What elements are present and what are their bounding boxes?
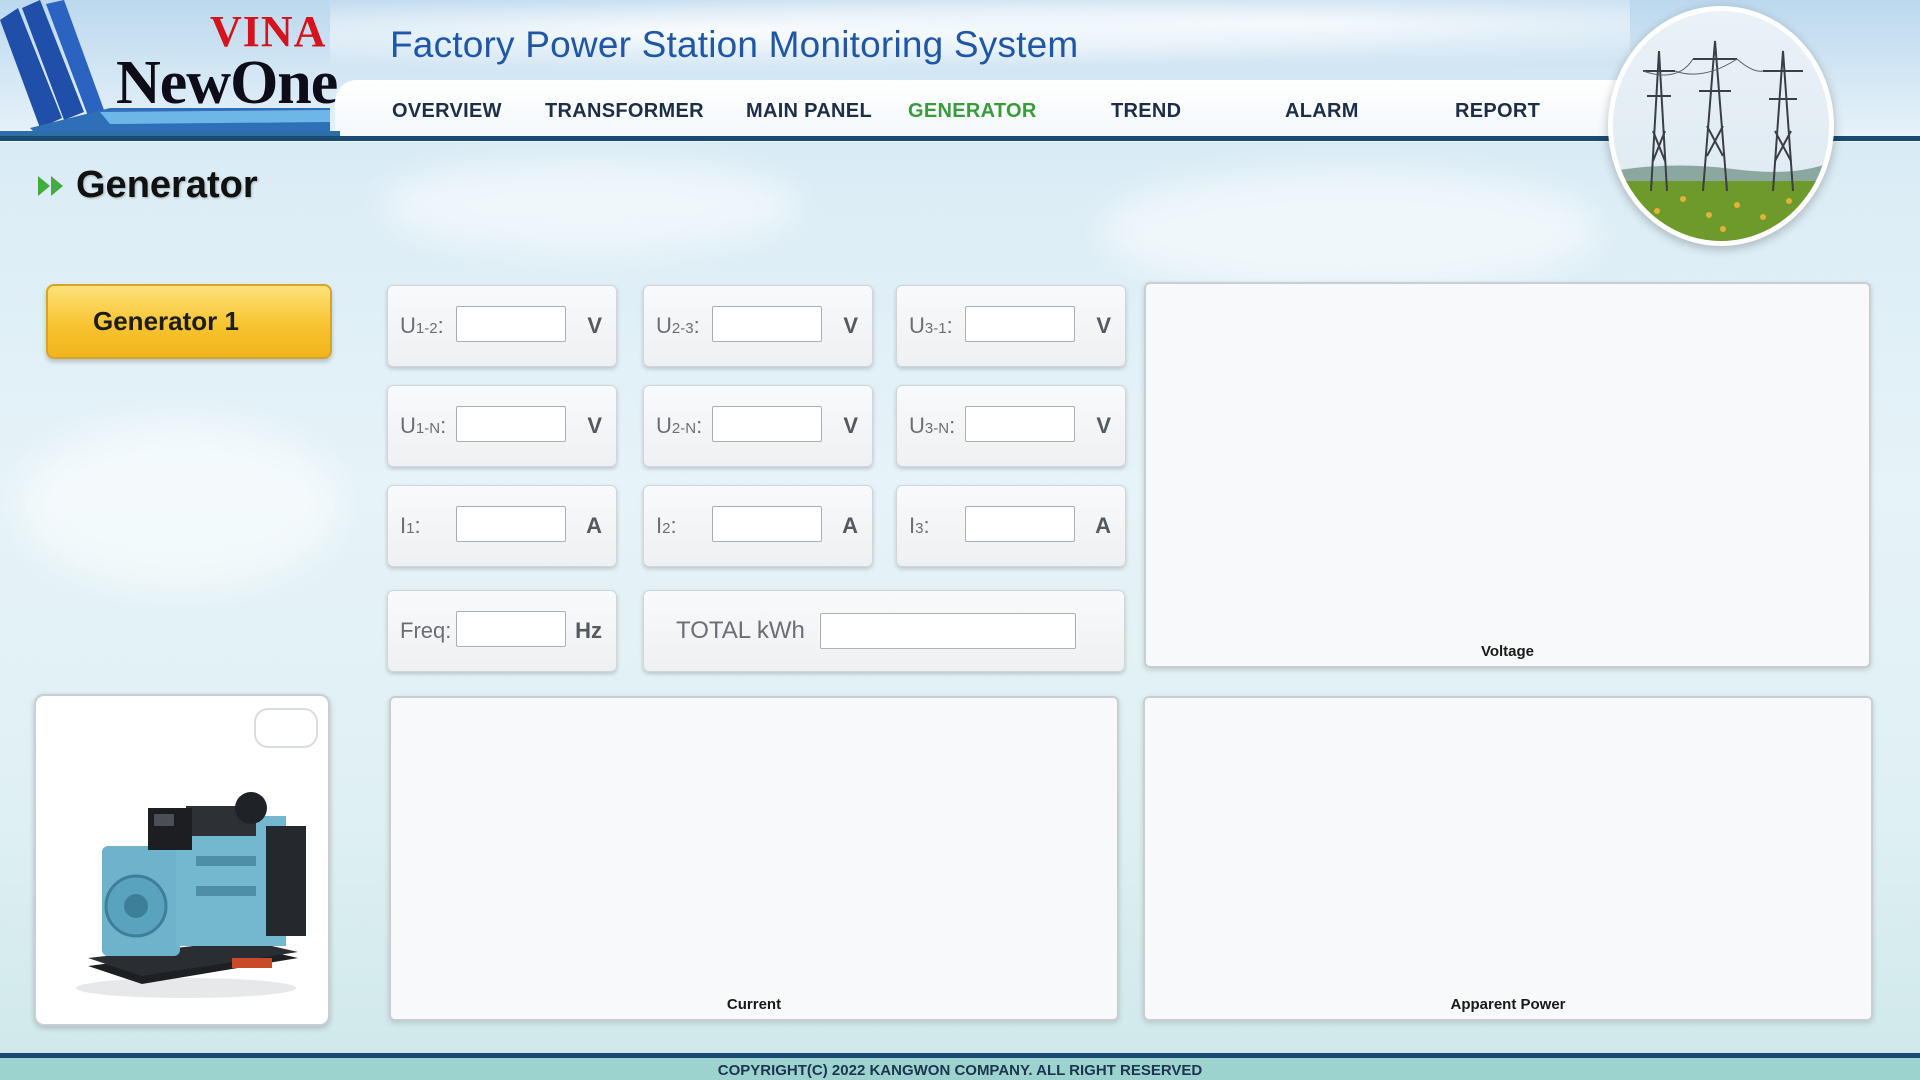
- logo: VINA NewOne: [0, 0, 338, 138]
- measure-unit: V: [587, 313, 602, 338]
- cloud-decoration: [20, 420, 340, 590]
- measure-label: Freq:: [400, 618, 452, 643]
- u23-value-field: [712, 306, 822, 342]
- measure-label: U2-3:: [656, 313, 700, 338]
- measure-u1n: U1-N: V: [387, 385, 617, 467]
- measure-label: I1:: [400, 513, 421, 538]
- current-chart-panel: Current: [389, 696, 1119, 1021]
- freq-value-field: [456, 611, 566, 647]
- logo-newone-text: NewOne: [116, 49, 338, 117]
- measure-label: U3-1:: [909, 313, 953, 338]
- measure-unit: V: [1096, 313, 1111, 338]
- u1n-value-field: [456, 406, 566, 442]
- generator-image-card: [34, 694, 330, 1026]
- measure-label: I3:: [909, 513, 930, 538]
- voltage-chart-caption: Voltage: [1480, 643, 1535, 660]
- apparent-power-chart-panel: Apparent Power: [1143, 696, 1873, 1021]
- measure-label: U1-2:: [400, 313, 444, 338]
- measure-u12: U1-2: V: [387, 285, 617, 367]
- double-arrow-icon: [38, 175, 63, 196]
- measure-label: U2-N:: [656, 413, 703, 438]
- current-chart-caption: Current: [726, 996, 782, 1013]
- measure-i3: I3: A: [896, 485, 1126, 567]
- generator-1-button[interactable]: Generator 1: [46, 284, 332, 359]
- nav-item-overview[interactable]: OVERVIEW: [392, 100, 502, 123]
- footer-copyright: COPYRIGHT(C) 2022 KANGWON COMPANY. ALL R…: [0, 1058, 1920, 1080]
- i1-value-field: [456, 506, 566, 542]
- page-title: Generator: [36, 164, 258, 207]
- measure-u3n: U3-N: V: [896, 385, 1126, 467]
- measure-u31: U3-1: V: [896, 285, 1126, 367]
- nav-item-report[interactable]: REPORT: [1455, 100, 1540, 123]
- measure-unit: V: [1096, 413, 1111, 438]
- image-toggle-button[interactable]: [254, 708, 318, 748]
- total-kwh-value-field: [820, 613, 1076, 649]
- total-kwh-label: TOTAL kWh: [676, 617, 805, 644]
- i3-value-field: [965, 506, 1075, 542]
- u2n-value-field: [712, 406, 822, 442]
- nav-item-transformer[interactable]: TRANSFORMER: [545, 100, 704, 123]
- voltage-chart-panel: Voltage: [1144, 282, 1871, 668]
- apparent-power-chart-caption: Apparent Power: [1450, 996, 1566, 1013]
- cloud-decoration: [1100, 170, 1600, 290]
- measure-unit: A: [586, 513, 602, 538]
- u31-value-field: [965, 306, 1075, 342]
- measure-unit: A: [842, 513, 858, 538]
- power-tower-icon: [1613, 11, 1829, 241]
- nav-item-main-panel[interactable]: MAIN PANEL: [746, 100, 872, 123]
- power-tower-image: [1608, 6, 1834, 246]
- measure-unit: Hz: [575, 618, 602, 643]
- nav-item-generator[interactable]: GENERATOR: [908, 100, 1037, 123]
- measure-total-kwh: TOTAL kWh: [643, 590, 1125, 672]
- measure-unit: V: [587, 413, 602, 438]
- measure-u23: U2-3: V: [643, 285, 873, 367]
- measure-i1: I1: A: [387, 485, 617, 567]
- nav-item-trend[interactable]: TREND: [1111, 100, 1181, 123]
- measure-u2n: U2-N: V: [643, 385, 873, 467]
- measure-unit: V: [843, 313, 858, 338]
- page-title-text: Generator: [76, 164, 258, 206]
- measure-unit: V: [843, 413, 858, 438]
- measure-unit: A: [1095, 513, 1111, 538]
- measure-freq: Freq: Hz: [387, 590, 617, 672]
- nav-item-alarm[interactable]: ALARM: [1285, 100, 1359, 123]
- u3n-value-field: [965, 406, 1075, 442]
- u12-value-field: [456, 306, 566, 342]
- i2-value-field: [712, 506, 822, 542]
- measure-label: U1-N:: [400, 413, 447, 438]
- cloud-decoration: [380, 160, 800, 250]
- measure-label: U3-N:: [909, 413, 956, 438]
- measure-i2: I2: A: [643, 485, 873, 567]
- measure-label: I2:: [656, 513, 677, 538]
- app-title: Factory Power Station Monitoring System: [390, 24, 1079, 65]
